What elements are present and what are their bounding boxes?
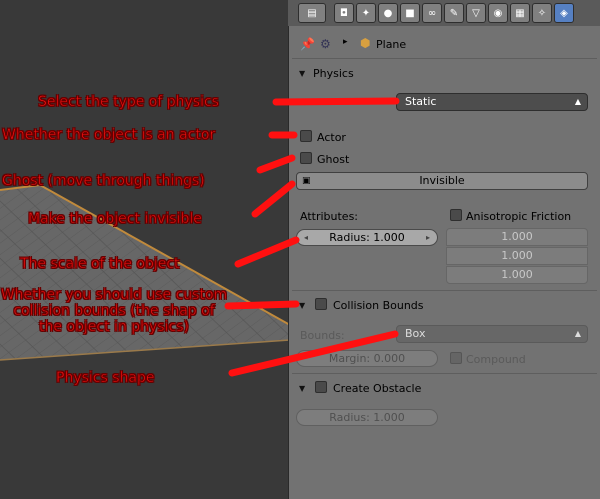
separator — [292, 290, 597, 291]
anisotropic-friction-label: Anisotropic Friction — [466, 210, 572, 223]
obstacle-radius-field[interactable]: Radius: 1.000 — [296, 409, 438, 426]
editor-type-icon[interactable]: ▤ — [298, 3, 326, 23]
annotation-scale: The scale of the object — [20, 256, 180, 273]
compound-checkbox[interactable] — [450, 352, 462, 364]
world-icon[interactable]: ● — [378, 3, 398, 23]
physics-type-select[interactable]: Static ▲ — [396, 93, 588, 111]
scene-icon[interactable]: ✦ — [356, 3, 376, 23]
separator — [292, 58, 597, 59]
bounds-label: Bounds: — [300, 329, 345, 342]
increment-arrow-icon[interactable]: ▸ — [426, 230, 430, 245]
margin-value: Margin: 0.000 — [328, 352, 406, 365]
invisible-label: Invisible — [419, 174, 465, 187]
modifier-icon[interactable]: ✎ — [444, 3, 464, 23]
margin-field[interactable]: Margin: 0.000 — [296, 350, 438, 367]
collapse-triangle-icon: ▼ — [299, 69, 306, 78]
collapse-triangle-icon: ▼ — [299, 301, 306, 310]
annotation-bounds: Whether you should use custom collision … — [0, 287, 228, 336]
updown-arrow-icon: ▲ — [574, 329, 581, 338]
plane-mesh — [0, 183, 288, 361]
actor-checkbox[interactable] — [300, 130, 312, 142]
properties-tab-bar: ▤ ◘ ✦ ● ■ ∞ ✎ ▽ ◉ ▦ ✧ ◈ — [288, 0, 600, 26]
actor-label: Actor — [317, 131, 346, 144]
bounds-value: Box — [405, 327, 426, 340]
compound-label: Compound — [466, 353, 526, 366]
aniso-z-field: 1.000 — [446, 266, 588, 284]
collision-bounds-checkbox[interactable] — [315, 298, 327, 310]
create-obstacle-checkbox[interactable] — [315, 381, 327, 393]
pin-icon[interactable]: 📌 — [300, 37, 315, 51]
annotation-actor: Whether the object is an actor — [2, 127, 216, 144]
ghost-checkbox[interactable] — [300, 152, 312, 164]
obstacle-radius-value: Radius: 1.000 — [329, 411, 405, 424]
chevron-right-icon: ▸ — [343, 37, 348, 47]
object-name: Plane — [376, 38, 407, 51]
create-obstacle-title: Create Obstacle — [333, 382, 422, 395]
invisible-toggle-button[interactable]: ▣ Invisible — [296, 172, 588, 190]
annotation-ghost: Ghost (move through things) — [2, 173, 205, 190]
ghost-label: Ghost — [317, 153, 350, 166]
3d-viewport[interactable] — [0, 0, 288, 499]
collapse-triangle-icon: ▼ — [299, 384, 306, 393]
radius-field[interactable]: ◂ Radius: 1.000 ▸ — [296, 229, 438, 246]
physics-panel-title: Physics — [313, 67, 354, 80]
cube-icon: ⬢ — [360, 36, 371, 50]
decrement-arrow-icon[interactable]: ◂ — [304, 230, 308, 245]
physics-icon[interactable]: ◈ — [554, 3, 574, 23]
collision-bounds-header[interactable]: ▼ Collision Bounds — [289, 294, 600, 316]
annotation-shape: Physics shape — [56, 370, 155, 387]
annotation-type: Select the type of physics — [38, 94, 220, 111]
particles-icon[interactable]: ✧ — [532, 3, 552, 23]
updown-arrow-icon: ▲ — [574, 97, 581, 106]
render-icon[interactable]: ◘ — [334, 3, 354, 23]
aniso-x-field: 1.000 — [446, 228, 588, 246]
anisotropic-friction-checkbox[interactable] — [450, 209, 462, 221]
physics-type-value: Static — [405, 95, 437, 108]
data-icon[interactable]: ▽ — [466, 3, 486, 23]
separator — [292, 373, 597, 374]
aniso-y-field: 1.000 — [446, 247, 588, 265]
texture-icon[interactable]: ▦ — [510, 3, 530, 23]
material-icon[interactable]: ◉ — [488, 3, 508, 23]
radius-value: Radius: 1.000 — [329, 231, 405, 244]
invisible-checkbox-icon: ▣ — [302, 176, 311, 186]
collision-bounds-title: Collision Bounds — [333, 299, 424, 312]
constraint-icon[interactable]: ∞ — [422, 3, 442, 23]
create-obstacle-header[interactable]: ▼ Create Obstacle — [289, 377, 600, 399]
scene-node-icon: ⚙ — [320, 37, 331, 51]
bounds-shape-select[interactable]: Box ▲ — [396, 325, 588, 343]
object-icon[interactable]: ■ — [400, 3, 420, 23]
annotation-invisible: Make the object invisible — [28, 211, 202, 228]
physics-panel-header[interactable]: ▼ Physics — [289, 62, 600, 84]
attributes-label: Attributes: — [300, 210, 359, 223]
